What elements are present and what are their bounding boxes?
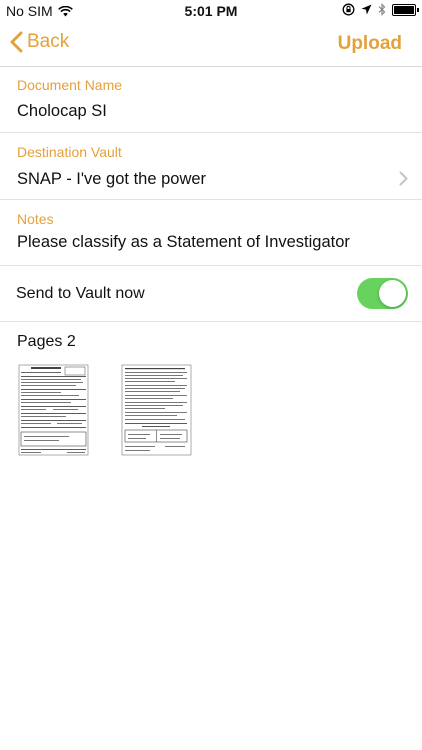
back-button[interactable]: Back <box>10 31 69 53</box>
battery-icon <box>392 3 419 16</box>
status-bar: No SIM 5:01 PM <box>0 0 422 22</box>
chevron-left-icon <box>10 31 23 53</box>
upload-button[interactable]: Upload <box>338 33 402 55</box>
navigation-bar: Back Upload <box>0 22 422 67</box>
location-icon <box>361 4 372 15</box>
document-page-image <box>121 364 192 456</box>
document-name-input[interactable]: Cholocap SI <box>17 102 107 121</box>
page-thumbnail-1[interactable] <box>17 362 90 458</box>
document-name-label: Document Name <box>17 77 123 93</box>
page-thumbnails <box>17 362 193 458</box>
send-to-vault-row: Send to Vault now <box>0 266 422 322</box>
send-to-vault-label: Send to Vault now <box>16 285 145 302</box>
notes-field[interactable]: Notes Please classify as a Statement of … <box>0 200 422 266</box>
send-to-vault-toggle[interactable] <box>357 278 408 309</box>
chevron-right-icon <box>399 171 408 186</box>
destination-vault-value: SNAP - I've got the power <box>17 170 207 188</box>
destination-vault-row[interactable]: Destination Vault SNAP - I've got the po… <box>0 133 422 200</box>
pages-count-label: Pages 2 <box>17 333 76 350</box>
page-thumbnail-2[interactable] <box>120 362 193 458</box>
document-name-field[interactable]: Document Name Cholocap SI <box>0 67 422 133</box>
status-right <box>342 3 419 16</box>
back-label: Back <box>27 31 70 52</box>
toggle-knob <box>379 280 406 307</box>
bluetooth-icon <box>378 3 386 16</box>
destination-vault-label: Destination Vault <box>17 144 122 160</box>
document-page-image <box>18 364 89 456</box>
notes-label: Notes <box>17 211 54 227</box>
lock-rotation-icon <box>342 3 355 16</box>
notes-input[interactable]: Please classify as a Statement of Invest… <box>17 233 350 252</box>
